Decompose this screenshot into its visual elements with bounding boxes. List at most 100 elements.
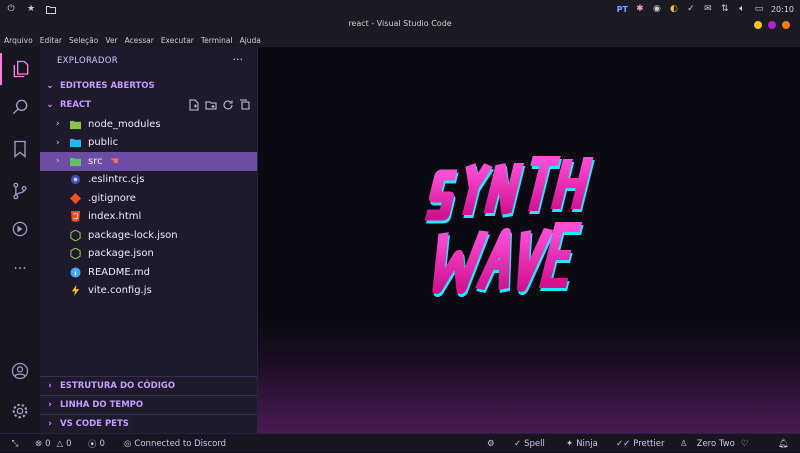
files-icon [13, 60, 29, 78]
new-file-icon[interactable] [188, 99, 200, 111]
slack-icon[interactable]: ✱ [635, 4, 645, 14]
ninja-button[interactable]: ✦ Ninja [566, 434, 598, 453]
remote-button[interactable]: ⤡ [6, 434, 24, 453]
minimize-button[interactable] [754, 21, 762, 29]
discord-status[interactable]: ◎ Connected to Discord [124, 434, 226, 453]
collapse-all-icon[interactable] [239, 99, 251, 111]
settings-button[interactable] [0, 395, 40, 427]
eslint-icon [70, 175, 81, 185]
section-label: LINHA DO TEMPO [60, 399, 144, 410]
tree-item-public[interactable]: › public [40, 134, 257, 153]
explorer-sidebar: EXPLORADOR ··· ⌄ EDITORES ABERTOS ⌄ REAC… [40, 47, 258, 433]
theme-label: Zero Two [696, 438, 735, 449]
ports-button[interactable]: ⦿ 0 [88, 434, 105, 453]
tree-item-label: src [88, 155, 103, 167]
tree-item-gitignore[interactable]: .gitignore [40, 189, 257, 208]
update-icon[interactable]: ◐ [669, 4, 679, 14]
menu-item-editar[interactable]: Editar [40, 36, 62, 45]
tree-item-node-modules[interactable]: › node_modules [40, 115, 257, 134]
tree-item-index-html[interactable]: index.html [40, 208, 257, 227]
volume-icon[interactable]: 🔈︎ [737, 4, 747, 14]
menu-item-executar[interactable]: Executar [161, 36, 194, 45]
tree-item-label: .gitignore [88, 192, 136, 204]
more-icon[interactable]: ··· [0, 253, 40, 285]
synthwave-logo [424, 156, 595, 297]
folder-label: REACT [60, 100, 91, 110]
prettier-label: Prettier [633, 438, 665, 449]
check-icon[interactable]: ✓ [686, 4, 696, 14]
menu-item-ver[interactable]: Ver [105, 36, 117, 45]
live-share-button[interactable]: ⚙ [487, 434, 495, 453]
section-react[interactable]: ⌄ REACT [40, 96, 257, 114]
search-button[interactable] [0, 91, 40, 123]
discord-icon: ◎ [124, 438, 132, 449]
tree-item-label: package-lock.json [88, 229, 178, 241]
section-label: VS CODE PETS [60, 418, 129, 429]
star-icon[interactable]: ★ [26, 4, 36, 14]
menu-item-acessar[interactable]: Acessar [125, 36, 154, 45]
tree-item-readme[interactable]: README.md [40, 263, 257, 282]
more-actions-button[interactable]: ··· [233, 53, 244, 66]
language-indicator[interactable]: PT [617, 5, 628, 14]
mail-icon[interactable]: ✉ [703, 4, 713, 14]
section-open-editors[interactable]: ⌄ EDITORES ABERTOS [40, 77, 257, 95]
remote-icon: ⤡ [11, 438, 19, 449]
section-outline[interactable]: › ESTRUTURA DO CÓDIGO [40, 376, 257, 394]
spell-button[interactable]: ✓ Spell [514, 434, 545, 453]
cursor-hand-icon: ☚ [110, 156, 119, 167]
activity-bar: ··· [0, 47, 41, 433]
accounts-button[interactable] [0, 355, 40, 387]
tree-item-vite-config[interactable]: vite.config.js [40, 282, 257, 301]
theme-button[interactable]: ♙ Zero Two ♡ [680, 434, 748, 453]
section-timeline[interactable]: › LINHA DO TEMPO [40, 395, 257, 413]
source-control-button[interactable] [0, 175, 40, 207]
tree-item-label: public [88, 137, 119, 149]
heart-icon: ♡ [740, 438, 749, 449]
chevron-right-icon: › [48, 399, 52, 410]
menu-item-ajuda[interactable]: Ajuda [240, 36, 261, 45]
ports-count: 0 [99, 438, 105, 449]
run-debug-icon [12, 221, 28, 237]
explorer-button[interactable] [0, 53, 40, 85]
tree-item-label: vite.config.js [88, 285, 152, 297]
prettier-button[interactable]: ✓✓ Prettier [616, 434, 665, 453]
tree-item-package-lock[interactable]: package-lock.json [40, 226, 257, 245]
chevron-right-icon: › [56, 137, 60, 148]
section-vscode-pets[interactable]: › VS CODE PETS [40, 414, 257, 432]
puzzle-icon: ⚙ [487, 438, 495, 449]
theme-icon: ♙ [680, 438, 688, 449]
node-icon [70, 248, 81, 260]
menu-item-selecao[interactable]: Seleção [69, 36, 98, 45]
menu-item-terminal[interactable]: Terminal [201, 36, 233, 45]
power-icon[interactable]: ⏻ [6, 4, 16, 14]
spell-label: Spell [524, 438, 545, 449]
ports-icon: ⦿ [88, 439, 97, 450]
folder-public-icon [70, 139, 81, 148]
run-debug-button[interactable] [0, 213, 40, 245]
close-button[interactable] [782, 21, 790, 29]
tree-item-eslintrc[interactable]: .eslintrc.cjs [40, 171, 257, 190]
notifications-button[interactable]: 🔔︎ [778, 434, 789, 453]
network-icon[interactable]: ⇅ [720, 4, 730, 14]
tree-item-package-json[interactable]: package.json [40, 245, 257, 264]
bookmarks-button[interactable] [0, 133, 40, 165]
git-icon [70, 192, 81, 204]
discord-label: Connected to Discord [134, 438, 227, 449]
tree-item-label: README.md [88, 266, 151, 278]
error-icon: ⊗ [35, 438, 43, 449]
refresh-icon[interactable] [222, 99, 234, 111]
battery-icon[interactable]: ▭ [754, 4, 764, 14]
search-icon [12, 99, 28, 115]
discord-icon[interactable]: ◉ [652, 4, 662, 14]
status-bar: ⤡ ⊗ 0 △ 0 ⦿ 0 ◎ Connected to Discord ⚙ ✓… [0, 433, 800, 452]
tree-item-label: .eslintrc.cjs [88, 174, 145, 186]
bookmark-icon [14, 140, 26, 158]
new-folder-icon[interactable] [205, 99, 217, 111]
problems-button[interactable]: ⊗ 0 △ 0 [35, 434, 72, 453]
menu-item-arquivo[interactable]: Arquivo [4, 36, 33, 45]
clock[interactable]: 20:10 [771, 5, 794, 14]
tree-item-src[interactable]: › src ☚ [40, 152, 257, 171]
maximize-button[interactable] [768, 21, 776, 29]
section-label: EDITORES ABERTOS [60, 81, 155, 91]
folder-icon[interactable] [46, 4, 56, 14]
